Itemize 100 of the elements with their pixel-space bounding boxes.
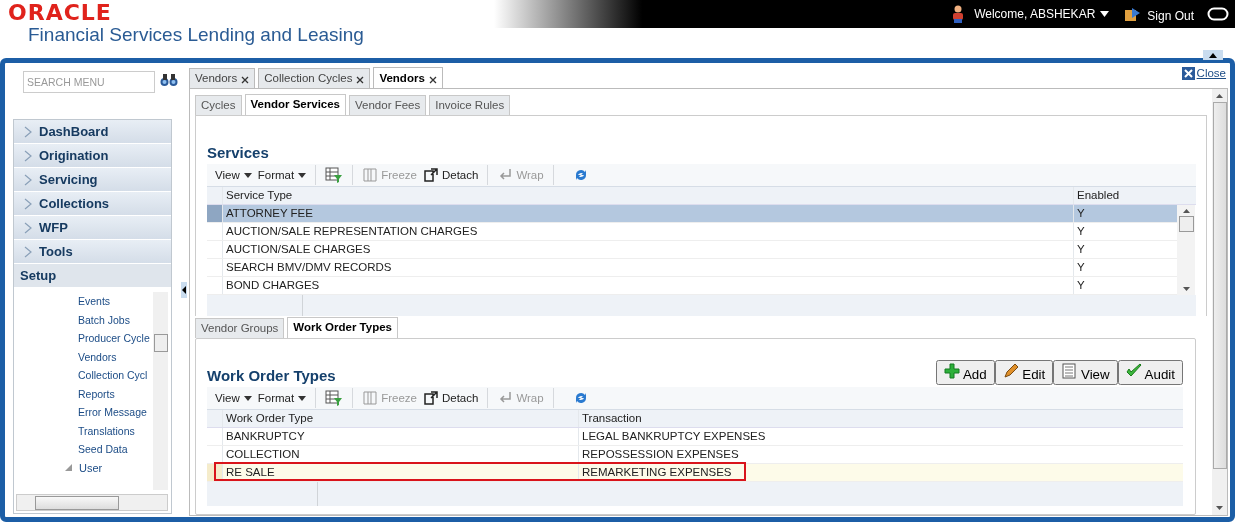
nav-item[interactable]: Tools: [14, 240, 171, 264]
scroll-thumb[interactable]: [35, 496, 119, 510]
check-icon: [1125, 363, 1142, 379]
caret-icon[interactable]: [1100, 11, 1110, 17]
table-cell-text: COLLECTION: [225, 447, 301, 462]
oracle-logo: ORACLE: [8, 2, 113, 24]
tree-item[interactable]: User: [79, 461, 103, 474]
search-menu-field[interactable]: SEARCH MENU: [23, 71, 155, 93]
menu-button[interactable]: View: [215, 392, 252, 404]
menu-button[interactable]: Format: [257, 392, 307, 404]
audit-button[interactable]: Audit: [1117, 360, 1183, 385]
column-header[interactable]: Transaction: [578, 410, 1158, 427]
table-cell-text: SEARCH BMV/DMV RECORDS: [225, 260, 393, 275]
tree-item[interactable]: Vendors: [78, 350, 117, 363]
detach-button[interactable]: Detach: [422, 390, 479, 406]
nav-item[interactable]: WFP: [14, 216, 171, 240]
scroll-thumb[interactable]: [154, 334, 168, 352]
close-icon[interactable]: [428, 75, 437, 84]
close-icon[interactable]: [241, 76, 250, 84]
sub-tab[interactable]: Invoice Rules: [429, 95, 511, 115]
scroll-down-icon[interactable]: [1182, 287, 1190, 291]
filter-icon[interactable]: [325, 390, 344, 406]
tree-item[interactable]: Reports: [78, 387, 115, 400]
table-row[interactable]: AUCTION/SALE CHARGES Y: [207, 241, 1177, 259]
scroll-thumb[interactable]: [1178, 216, 1194, 232]
table-row[interactable]: ATTORNEY FEE Y: [207, 205, 1177, 223]
collapse-header-icon[interactable]: [1203, 50, 1223, 60]
tree-item[interactable]: Collection Cycl: [78, 369, 148, 381]
detach-button[interactable]: Detach: [422, 167, 479, 183]
add-button[interactable]: Add: [935, 360, 995, 385]
columns-icon: [362, 390, 379, 406]
chevron-icon: [24, 149, 32, 162]
scroll-bar[interactable]: [16, 494, 168, 511]
tree-item[interactable]: Events: [78, 295, 111, 307]
table-row[interactable]: RE SALE REMARKETING EXPENSES: [207, 464, 1183, 482]
nav-item[interactable]: Origination: [14, 144, 171, 168]
column-header[interactable]: Enabled: [1073, 187, 1177, 204]
section-title: Services: [207, 144, 269, 162]
table-cell-text: ATTORNEY FEE: [225, 206, 314, 221]
nav-item[interactable]: Collections: [14, 192, 171, 216]
table-row[interactable]: AUCTION/SALE REPRESENTATION CHARGES Y: [207, 223, 1177, 241]
tree-item[interactable]: Error Message: [78, 406, 147, 418]
close-link[interactable]: Close: [1196, 67, 1226, 79]
plus-icon: [943, 363, 960, 379]
scroll-up-icon[interactable]: [1182, 209, 1190, 213]
scroll-up-icon[interactable]: [1216, 94, 1223, 98]
nav-item[interactable]: DashBoard: [14, 120, 171, 144]
edit-button[interactable]: Edit: [994, 360, 1054, 385]
close-icon[interactable]: [356, 76, 365, 84]
tree-item[interactable]: Translations: [78, 424, 135, 437]
scroll-bar[interactable]: [153, 292, 168, 490]
table-cell-text: AUCTION/SALE REPRESENTATION CHARGES: [225, 224, 479, 239]
chevron-icon: [24, 221, 32, 234]
sub-tab[interactable]: Cycles: [195, 95, 242, 115]
menu-button[interactable]: Format: [257, 169, 307, 181]
nav-item[interactable]: Servicing: [14, 168, 171, 192]
table-row[interactable]: BANKRUPTCY LEGAL BANKRUPTCY EXPENSES: [207, 428, 1183, 446]
section-title: Work Order Types: [207, 367, 336, 385]
document-tab[interactable]: Collection Cycles: [258, 68, 371, 88]
tree-item[interactable]: Producer Cycle: [78, 332, 150, 344]
tree-item[interactable]: Seed Data: [78, 443, 128, 455]
chevron-icon: [24, 173, 32, 186]
table-row[interactable]: SEARCH BMV/DMV RECORDS Y: [207, 259, 1177, 277]
collapse-sidebar-icon[interactable]: [181, 282, 187, 298]
welcome-menu[interactable]: Welcome, ABSHEKAR: [974, 7, 1096, 21]
view-button[interactable]: View: [1053, 360, 1118, 385]
document-tab[interactable]: Vendors: [373, 67, 443, 88]
caret-icon[interactable]: [243, 395, 252, 401]
table-cell-text: BANKRUPTCY: [225, 429, 306, 444]
expanded-icon[interactable]: [64, 463, 73, 472]
caret-icon[interactable]: [243, 172, 252, 178]
user-icon: [951, 5, 966, 23]
scroll-down-icon[interactable]: [1216, 506, 1223, 510]
detach-icon: [422, 390, 439, 406]
chevron-icon: [24, 245, 32, 258]
tree-item[interactable]: Batch Jobs: [78, 313, 130, 326]
caret-icon[interactable]: [298, 395, 307, 401]
document-icon: [1061, 363, 1078, 379]
chevron-icon: [24, 197, 32, 210]
close-icon[interactable]: [1181, 67, 1195, 80]
oracle-ring-icon: [1207, 7, 1229, 21]
column-header[interactable]: Work Order Type: [223, 410, 578, 427]
sub-tab[interactable]: Vendor Fees: [349, 95, 427, 115]
caret-icon[interactable]: [298, 172, 307, 178]
sign-out-link[interactable]: Sign Out: [1147, 5, 1194, 23]
sub-tab[interactable]: Vendor Services: [244, 94, 346, 115]
table-cell: REPOSSESSION EXPENSES: [578, 446, 1158, 463]
binoculars-icon[interactable]: [160, 73, 178, 87]
menu-button[interactable]: View: [215, 169, 252, 181]
scroll-bar[interactable]: [1177, 205, 1195, 295]
nav-item[interactable]: Setup: [14, 264, 171, 288]
column-header[interactable]: Service Type: [223, 187, 1073, 204]
detach-icon: [422, 167, 439, 183]
filter-icon[interactable]: [325, 167, 344, 183]
chevron-icon: [24, 125, 32, 138]
table-cell-text: RE SALE: [225, 465, 276, 480]
columns-icon: [362, 167, 379, 183]
document-tab[interactable]: Vendors: [189, 68, 256, 88]
inner-tab[interactable]: Vendor Groups: [195, 318, 285, 338]
inner-tab[interactable]: Work Order Types: [287, 317, 398, 338]
